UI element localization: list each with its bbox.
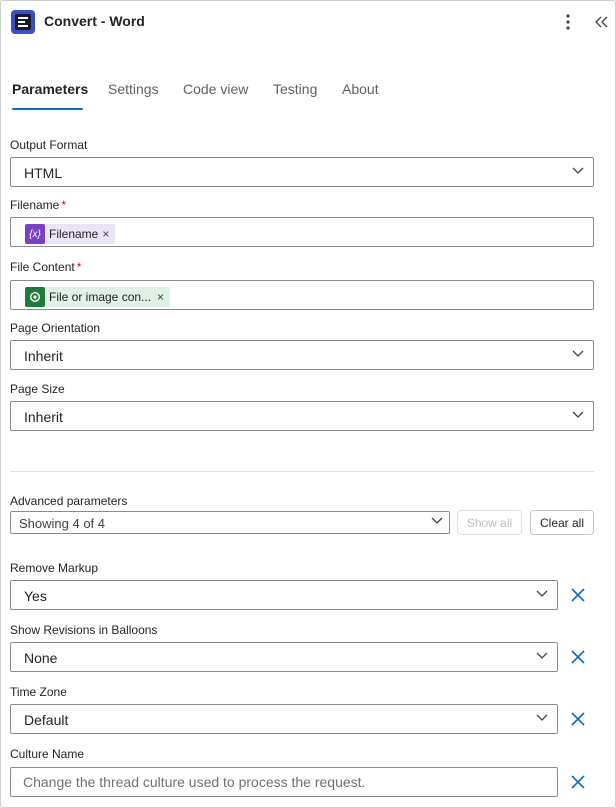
file-content-token-label: File or image con... [49, 290, 152, 304]
required-marker: * [76, 260, 82, 274]
clear-all-button[interactable]: Clear all [530, 510, 594, 535]
output-format-value: HTML [24, 165, 63, 181]
output-format-dropdown[interactable]: HTML [10, 157, 594, 187]
remove-parameter-icon[interactable] [568, 772, 588, 792]
more-vertical-icon[interactable] [557, 11, 579, 33]
chevron-down-icon [536, 652, 548, 659]
filename-label-text: Filename [10, 198, 60, 212]
variable-icon: {x} [25, 224, 45, 244]
document-logo-icon [11, 10, 35, 34]
show-revisions-value: None [24, 650, 58, 666]
page-orientation-dropdown[interactable]: Inherit [10, 340, 594, 370]
section-divider [10, 471, 594, 472]
filename-token[interactable]: {x} Filename × [25, 224, 116, 244]
chevron-down-icon [536, 714, 548, 721]
culture-name-input[interactable] [10, 767, 558, 797]
double-chevron-left-icon[interactable] [591, 11, 613, 33]
file-content-token[interactable]: File or image con... × [25, 287, 171, 307]
remove-parameter-icon[interactable] [568, 647, 588, 667]
chevron-down-icon [431, 517, 443, 524]
time-zone-value: Default [24, 712, 69, 728]
show-revisions-dropdown[interactable]: None [10, 642, 558, 672]
filename-token-label: Filename [49, 227, 99, 241]
advanced-parameters-label: Advanced parameters [10, 494, 128, 508]
tab-parameters[interactable]: Parameters [12, 81, 88, 97]
chevron-down-icon [572, 350, 584, 357]
chevron-down-icon [572, 411, 584, 418]
file-content-input[interactable]: File or image con... × [10, 280, 594, 310]
required-marker: * [61, 198, 67, 212]
remove-markup-value: Yes [24, 588, 47, 604]
show-all-button[interactable]: Show all [457, 510, 522, 535]
tab-testing[interactable]: Testing [273, 81, 317, 97]
chevron-down-icon [572, 167, 584, 174]
token-remove-icon[interactable]: × [102, 227, 115, 241]
action-title: Convert - Word [44, 13, 145, 29]
output-format-label: Output Format [10, 138, 88, 152]
tab-settings[interactable]: Settings [108, 81, 159, 97]
advanced-parameters-value: Showing 4 of 4 [19, 516, 106, 531]
page-size-value: Inherit [24, 409, 63, 425]
filename-input[interactable]: {x} Filename × [10, 217, 594, 247]
show-revisions-label: Show Revisions in Balloons [10, 623, 158, 637]
filename-label: Filename * [10, 198, 66, 212]
action-panel: Convert - Word Parameters Settings Code … [0, 0, 616, 808]
page-size-label: Page Size [10, 382, 65, 396]
connector-icon [25, 287, 45, 307]
page-orientation-value: Inherit [24, 348, 63, 364]
page-size-dropdown[interactable]: Inherit [10, 401, 594, 431]
time-zone-label: Time Zone [10, 685, 67, 699]
active-tab-indicator [12, 108, 83, 110]
file-content-label-text: File Content [10, 260, 75, 274]
advanced-parameters-dropdown[interactable]: Showing 4 of 4 [10, 511, 450, 534]
file-content-label: File Content * [10, 260, 81, 274]
time-zone-dropdown[interactable]: Default [10, 704, 558, 734]
remove-parameter-icon[interactable] [568, 585, 588, 605]
remove-markup-label: Remove Markup [10, 561, 99, 575]
remove-parameter-icon[interactable] [568, 709, 588, 729]
page-orientation-label: Page Orientation [10, 321, 101, 335]
chevron-down-icon [536, 590, 548, 597]
token-remove-icon[interactable]: × [155, 290, 170, 304]
culture-name-label: Culture Name [10, 747, 85, 761]
tab-about[interactable]: About [342, 81, 379, 97]
remove-markup-dropdown[interactable]: Yes [10, 580, 558, 610]
tab-code-view[interactable]: Code view [183, 81, 248, 97]
